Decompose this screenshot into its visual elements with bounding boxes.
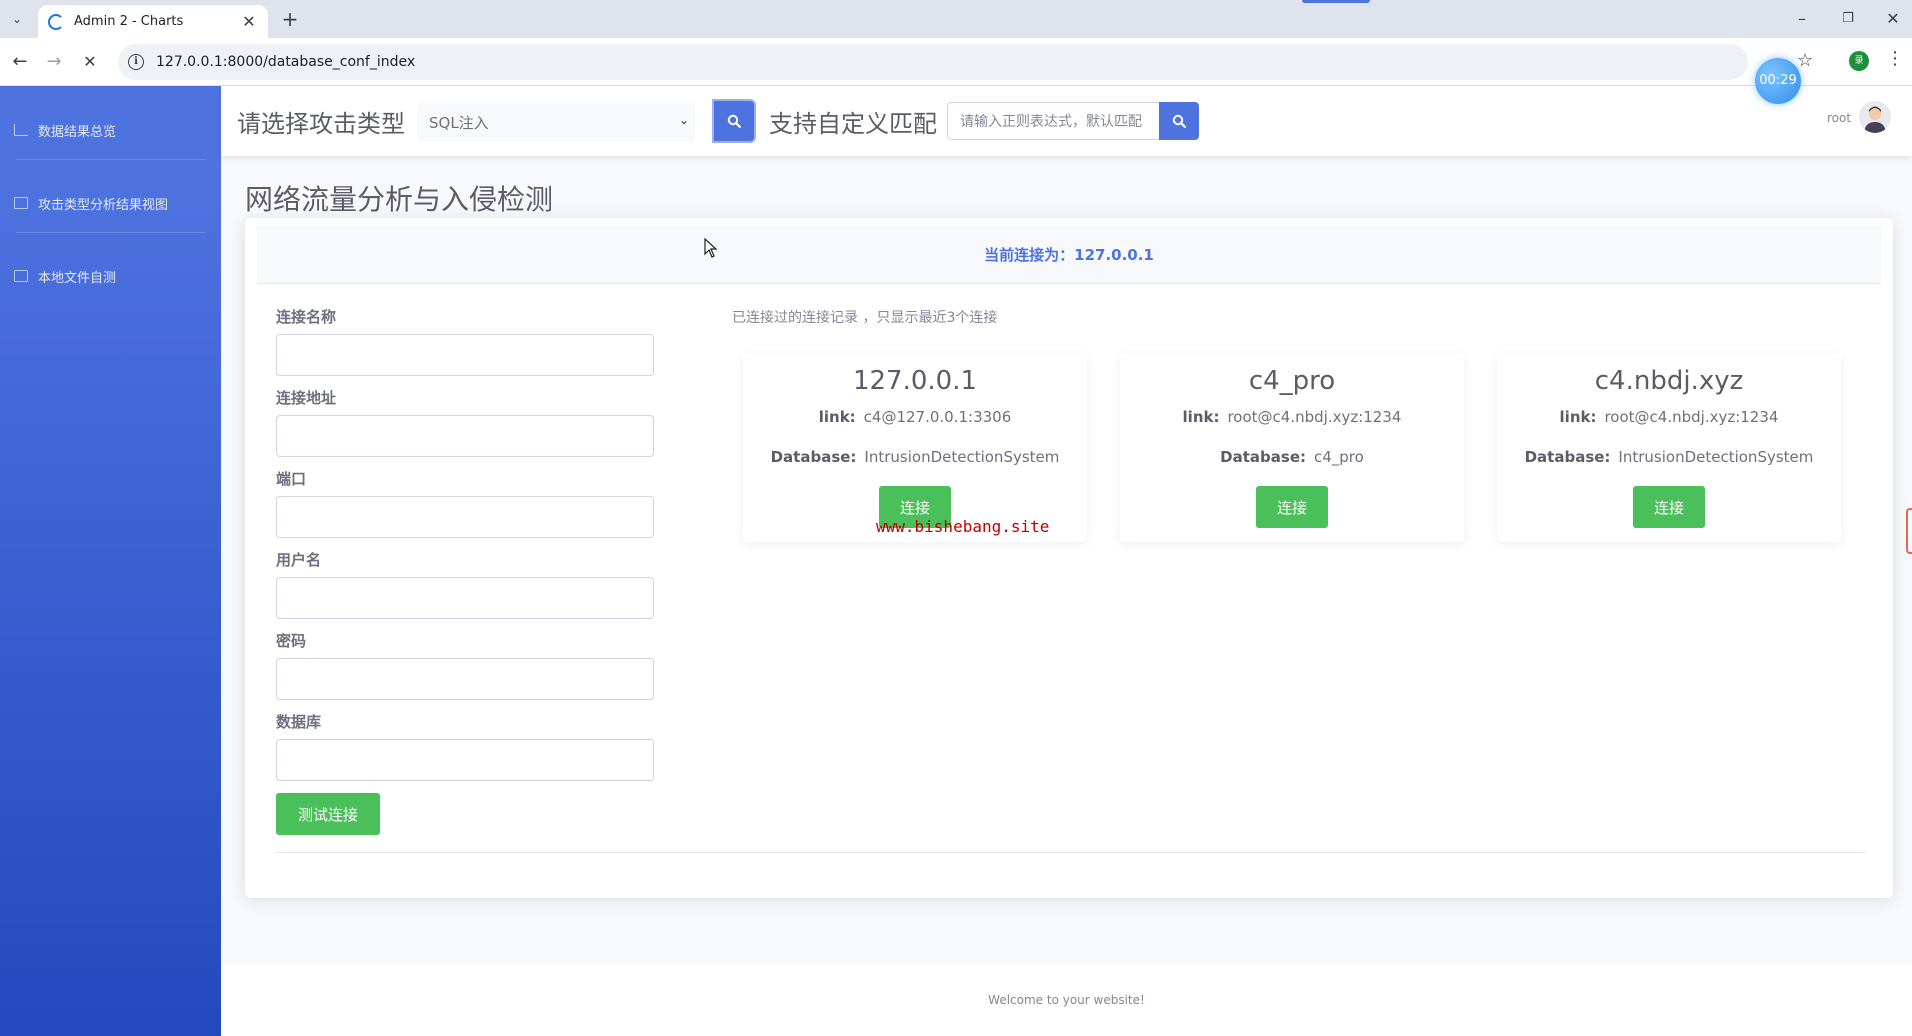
- browser-tabstrip: ⌄ Admin 2 - Charts ✕ + – ❐ ✕: [0, 0, 1912, 38]
- username-input[interactable]: [276, 577, 654, 619]
- footer-text: Welcome to your website!: [988, 993, 1145, 1007]
- restore-icon[interactable]: ❐: [1828, 6, 1868, 32]
- connection-history-note: 已连接过的连接记录 ，只显示最近3个连接: [732, 310, 998, 326]
- connection-link-row: link: c4@127.0.0.1:3306: [743, 408, 1087, 426]
- connect-button[interactable]: 连接: [1633, 486, 1705, 528]
- sidebar-item-data-overview[interactable]: 数据结果总览: [10, 110, 210, 150]
- connection-address-input[interactable]: [276, 415, 654, 457]
- link-label: link:: [1559, 408, 1597, 426]
- connection-db-row: Database: c4_pro: [1120, 448, 1464, 466]
- form-divider: [276, 852, 1866, 853]
- connect-button[interactable]: 连接: [1256, 486, 1328, 528]
- bookmark-star-icon[interactable]: ☆: [1797, 50, 1813, 71]
- connection-history-card: c4.nbdj.xyz link: root@c4.nbdj.xyz:1234 D…: [1497, 354, 1841, 542]
- regex-input[interactable]: 请输入正则表达式，默认匹配: [947, 102, 1159, 140]
- search-icon: [727, 114, 741, 128]
- sidebar-item-label: 攻击类型分析结果视图: [38, 197, 169, 213]
- attack-type-select[interactable]: SQL注入 ⌄: [417, 103, 695, 141]
- back-icon[interactable]: ←: [8, 50, 32, 74]
- site-info-icon[interactable]: i: [128, 54, 144, 70]
- profile-avatar-icon[interactable]: 录: [1849, 51, 1869, 71]
- database-label: Database:: [770, 448, 857, 466]
- stop-loading-icon[interactable]: ✕: [78, 50, 102, 74]
- connection-db-row: Database: IntrusionDetectionSystem: [743, 448, 1087, 466]
- connection-address-label: 连接地址: [276, 389, 337, 407]
- browser-tab[interactable]: Admin 2 - Charts ✕: [38, 5, 268, 38]
- attack-type-value: SQL注入: [429, 113, 489, 132]
- minimize-icon[interactable]: –: [1782, 6, 1822, 32]
- link-label: link:: [1182, 408, 1220, 426]
- connection-card: 当前连接为：127.0.0.1 连接名称 连接地址 端口 用户名 密码 数据库 …: [245, 218, 1893, 898]
- forward-icon[interactable]: →: [42, 50, 66, 74]
- address-bar[interactable]: i 127.0.0.1:8000/database_conf_index: [118, 44, 1748, 80]
- connection-database: IntrusionDetectionSystem: [1618, 448, 1814, 466]
- connection-name-input[interactable]: [276, 334, 654, 376]
- connection-history-card: c4_pro link: root@c4.nbdj.xyz:1234 Databa…: [1120, 354, 1464, 542]
- tab-indicator: [1302, 0, 1370, 3]
- sidebar-item-label: 数据结果总览: [38, 124, 117, 140]
- search-icon: [1172, 114, 1186, 128]
- database-label: 数据库: [276, 713, 322, 731]
- connection-database: c4_pro: [1314, 448, 1364, 466]
- connection-host: c4_pro: [1248, 366, 1336, 396]
- connection-link-row: link: root@c4.nbdj.xyz:1234: [1120, 408, 1464, 426]
- connection-history-card: 127.0.0.1 link: c4@127.0.0.1:3306 Databas…: [743, 354, 1087, 542]
- port-label: 端口: [276, 470, 307, 488]
- table-icon: [14, 197, 28, 209]
- connection-db-row: Database: IntrusionDetectionSystem: [1497, 448, 1841, 466]
- connection-link: root@c4.nbdj.xyz:1234: [1604, 408, 1779, 426]
- table-icon: [14, 270, 28, 282]
- sidebar-item-attack-analysis[interactable]: 攻击类型分析结果视图: [10, 183, 210, 223]
- user-avatar-icon: [1864, 106, 1886, 133]
- sidebar: 数据结果总览 攻击类型分析结果视图 本地文件自测: [0, 86, 221, 1036]
- tab-close-icon[interactable]: ✕: [240, 12, 258, 31]
- connection-link: root@c4.nbdj.xyz:1234: [1227, 408, 1402, 426]
- sidebar-divider: [16, 232, 206, 233]
- tab-title: Admin 2 - Charts: [74, 14, 184, 29]
- url-text: 127.0.0.1:8000/database_conf_index: [156, 54, 416, 70]
- connection-name-label: 连接名称: [276, 308, 337, 326]
- connection-database: IntrusionDetectionSystem: [864, 448, 1060, 466]
- current-connection-status: 当前连接为：127.0.0.1: [984, 246, 1154, 264]
- browser-toolbar: ← → ✕ i 127.0.0.1:8000/database_conf_ind…: [0, 38, 1912, 86]
- password-label: 密码: [276, 632, 307, 650]
- scroll-handle[interactable]: [1906, 508, 1912, 554]
- database-label: Database:: [1220, 448, 1306, 466]
- loading-spinner-icon: [48, 13, 64, 30]
- username-label: 用户名: [276, 551, 322, 569]
- sidebar-item-local-file-test[interactable]: 本地文件自测: [10, 256, 210, 296]
- page-title: 网络流量分析与入侵检测: [245, 183, 554, 216]
- port-input[interactable]: [276, 496, 654, 538]
- tab-search-icon[interactable]: ⌄: [6, 8, 28, 30]
- password-input[interactable]: [276, 658, 654, 700]
- sidebar-divider: [16, 159, 206, 160]
- avatar[interactable]: [1859, 101, 1891, 133]
- regex-search-button[interactable]: [1159, 102, 1199, 140]
- sidebar-item-label: 本地文件自测: [38, 270, 117, 286]
- recording-timer: 00:29: [1755, 58, 1801, 104]
- connection-link-row: link: root@c4.nbdj.xyz:1234: [1497, 408, 1841, 426]
- user-name[interactable]: root: [1827, 111, 1851, 125]
- browser-menu-icon[interactable]: ⋮: [1886, 48, 1904, 69]
- connection-host: 127.0.0.1: [852, 366, 978, 396]
- topbar: 请选择攻击类型 SQL注入 ⌄ 支持自定义匹配 请输入正则表达式，默认匹配 ro…: [221, 86, 1912, 156]
- database-label: Database:: [1524, 448, 1611, 466]
- footer: Welcome to your website!: [221, 964, 1912, 1036]
- attack-type-label: 请选择攻击类型: [237, 110, 405, 138]
- chevron-down-icon: ⌄: [678, 113, 689, 127]
- mouse-cursor-icon: [704, 237, 718, 263]
- link-label: link:: [818, 408, 856, 426]
- test-connection-button[interactable]: 测试连接: [276, 793, 380, 835]
- connection-host: c4.nbdj.xyz: [1594, 366, 1744, 396]
- card-header: 当前连接为：127.0.0.1: [257, 226, 1881, 284]
- chart-area-icon: [14, 124, 28, 136]
- custom-match-label: 支持自定义匹配: [769, 110, 937, 138]
- window-close-icon[interactable]: ✕: [1873, 6, 1912, 32]
- new-tab-icon[interactable]: +: [278, 8, 302, 32]
- watermark-text: www.bishebang.site: [876, 517, 1050, 536]
- connection-link: c4@127.0.0.1:3306: [863, 408, 1012, 426]
- attack-search-button[interactable]: [714, 101, 754, 141]
- database-input[interactable]: [276, 739, 654, 781]
